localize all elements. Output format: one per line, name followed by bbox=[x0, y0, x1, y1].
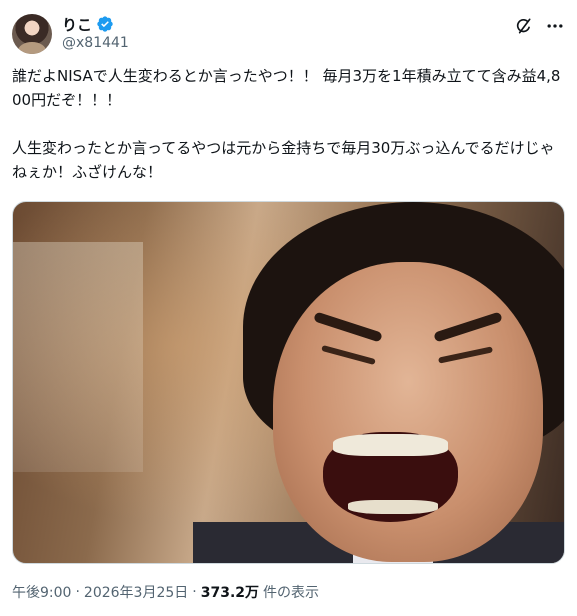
views-count[interactable]: 373.2万 bbox=[201, 582, 259, 602]
avatar-shoulder bbox=[18, 42, 46, 54]
more-options-icon[interactable] bbox=[545, 16, 565, 36]
tweet-header: りこ @x81441 bbox=[12, 10, 565, 56]
user-handle[interactable]: @x81441 bbox=[62, 35, 129, 51]
verified-badge-icon bbox=[96, 15, 114, 33]
image-teeth-bottom bbox=[348, 500, 438, 514]
tweet-date[interactable]: 2026年3月25日 bbox=[84, 582, 188, 602]
image-teeth-top bbox=[333, 434, 448, 456]
grok-icon[interactable] bbox=[513, 16, 533, 36]
tweet-image[interactable] bbox=[12, 201, 565, 564]
meta-separator: · bbox=[75, 584, 80, 600]
avatar[interactable] bbox=[12, 14, 52, 54]
image-background-window bbox=[13, 242, 143, 472]
views-label: 件の表示 bbox=[263, 585, 320, 601]
tweet-text: 誰だよNISAで人生変わるとか言ったやつ！！ 毎月3万を1年積み立てて含み益4,… bbox=[12, 67, 561, 181]
tweet-time[interactable]: 午後9:00 bbox=[12, 582, 71, 602]
meta-separator: · bbox=[192, 584, 197, 600]
top-actions bbox=[513, 16, 565, 36]
tweet: りこ @x81441 誰だよNISAで人生変わるとか言ったやつ！！ 毎月3万を1… bbox=[0, 0, 577, 616]
name-line: りこ bbox=[62, 14, 114, 34]
display-name[interactable]: りこ bbox=[62, 14, 92, 35]
tweet-meta: 午後9:00 · 2026年3月25日 · 373.2万 件の表示 bbox=[12, 582, 319, 602]
